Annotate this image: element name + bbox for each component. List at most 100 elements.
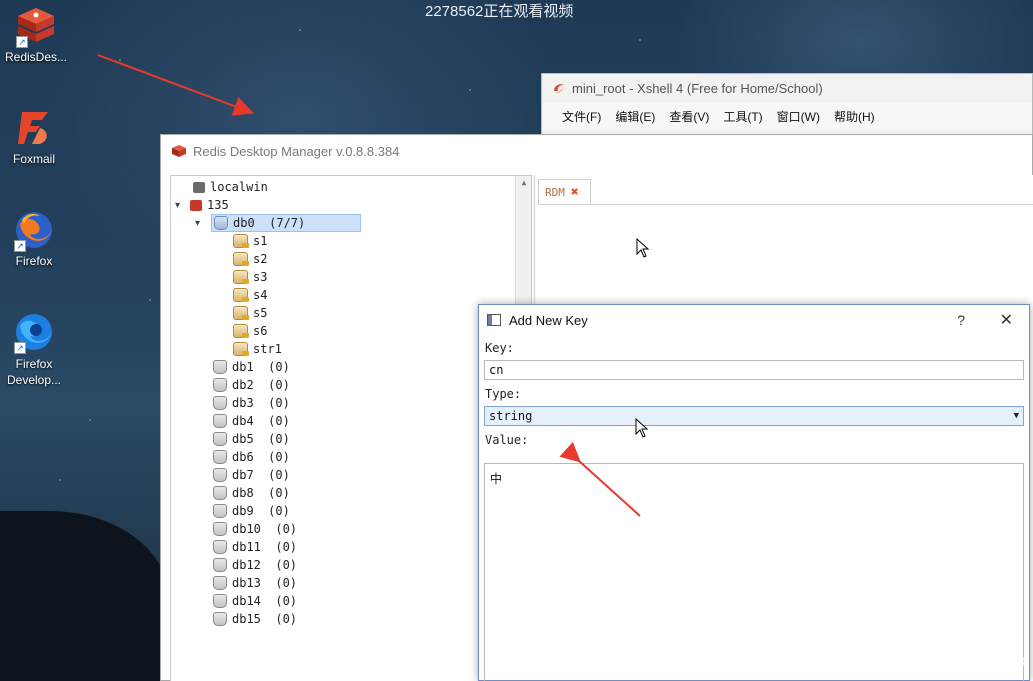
db-label: db12 (0) bbox=[232, 558, 298, 572]
value-label: Value: bbox=[485, 433, 529, 447]
key-icon bbox=[233, 252, 249, 266]
tree-key-item[interactable]: str1 bbox=[233, 340, 282, 358]
chevron-down-icon[interactable]: ▾ bbox=[195, 218, 205, 229]
tree-db-item[interactable]: db9 (0) bbox=[213, 502, 290, 520]
mouse-cursor-icon bbox=[635, 418, 649, 438]
tree-key-item[interactable]: s5 bbox=[233, 304, 267, 322]
shortcut-arrow-icon: ↗ bbox=[14, 342, 26, 354]
server-name: localwin bbox=[210, 180, 268, 194]
desktop-icon-label: Foxmail bbox=[12, 152, 55, 166]
menu-help[interactable]: 帮助(H) bbox=[834, 108, 875, 125]
database-icon bbox=[214, 216, 228, 230]
close-tab-icon[interactable]: ✖ bbox=[571, 185, 579, 200]
type-selected-value: string bbox=[489, 409, 533, 423]
tree-db-item[interactable]: db4 (0) bbox=[213, 412, 290, 430]
tree-db-item[interactable]: db7 (0) bbox=[213, 466, 290, 484]
database-icon bbox=[213, 360, 227, 374]
db-label: db4 (0) bbox=[232, 414, 290, 428]
menu-edit[interactable]: 编辑(E) bbox=[615, 108, 655, 125]
menu-tools[interactable]: 工具(T) bbox=[723, 108, 762, 125]
tree-db-item[interactable]: db2 (0) bbox=[213, 376, 290, 394]
tree-db-item[interactable]: db13 (0) bbox=[213, 574, 297, 592]
foxmail-icon bbox=[12, 106, 56, 150]
tree-db-item[interactable]: db15 (0) bbox=[213, 610, 297, 628]
db-label: db11 (0) bbox=[232, 540, 298, 554]
db-label: db7 (0) bbox=[232, 468, 290, 482]
key-name: s4 bbox=[253, 288, 268, 302]
menu-view[interactable]: 查看(V) bbox=[669, 108, 709, 125]
shortcut-arrow-icon: ↗ bbox=[14, 240, 26, 252]
database-icon bbox=[213, 396, 227, 410]
xshell-titlebar[interactable]: mini_root - Xshell 4 (Free for Home/Scho… bbox=[542, 74, 1032, 102]
database-icon bbox=[213, 612, 227, 626]
dialog-title: Add New Key bbox=[509, 312, 588, 328]
database-icon bbox=[213, 432, 227, 446]
tab-divider bbox=[538, 204, 1033, 205]
db-label: db2 (0) bbox=[232, 378, 290, 392]
database-icon bbox=[213, 576, 227, 590]
key-icon bbox=[233, 270, 249, 284]
close-button[interactable]: ✕ bbox=[1000, 310, 1013, 330]
tree-db-item[interactable]: db1 (0) bbox=[213, 358, 290, 376]
key-name: s6 bbox=[253, 324, 268, 338]
rdm-titlebar[interactable]: Redis Desktop Manager v.0.8.8.384 bbox=[161, 135, 1032, 167]
tab-label: RDM bbox=[545, 186, 565, 199]
desktop-icon-redis[interactable]: ↗ RedisDes... bbox=[0, 4, 72, 64]
tree-db-item[interactable]: db10 (0) bbox=[213, 520, 297, 538]
chevron-down-icon[interactable]: ▾ bbox=[175, 200, 185, 211]
database-icon bbox=[213, 504, 227, 518]
key-icon bbox=[233, 234, 249, 248]
tree-db-item[interactable]: db14 (0) bbox=[213, 592, 297, 610]
tree-db-item[interactable]: db6 (0) bbox=[213, 448, 290, 466]
xshell-window[interactable]: mini_root - Xshell 4 (Free for Home/Scho… bbox=[541, 73, 1033, 135]
key-input[interactable]: cn bbox=[484, 360, 1024, 380]
tree-db-selected[interactable]: db0 (7/7) bbox=[211, 214, 361, 232]
key-name: s2 bbox=[253, 252, 268, 266]
db-label: db14 (0) bbox=[232, 594, 298, 608]
tree-key-item[interactable]: s6 bbox=[233, 322, 267, 340]
desktop-icon-firefox-developer[interactable]: ↗ Firefox Develop... bbox=[0, 310, 70, 388]
tree-db-item[interactable]: db8 (0) bbox=[213, 484, 290, 502]
redis-server-icon bbox=[190, 199, 202, 211]
tree-server-localwin[interactable]: localwin bbox=[193, 178, 268, 196]
menu-window[interactable]: 窗口(W) bbox=[777, 108, 820, 125]
menu-file[interactable]: 文件(F) bbox=[562, 108, 601, 125]
rdm-title: Redis Desktop Manager v.0.8.8.384 bbox=[193, 143, 400, 159]
db-label: db1 (0) bbox=[232, 360, 290, 374]
db-label: db5 (0) bbox=[232, 432, 290, 446]
tree-key-item[interactable]: s3 bbox=[233, 268, 267, 286]
db-label: db9 (0) bbox=[232, 504, 290, 518]
key-name: s3 bbox=[253, 270, 268, 284]
scroll-up-icon[interactable]: ▲ bbox=[516, 176, 532, 190]
db-label: db8 (0) bbox=[232, 486, 290, 500]
tree-db-item[interactable]: db12 (0) bbox=[213, 556, 297, 574]
key-name: str1 bbox=[253, 342, 282, 356]
mouse-cursor-icon bbox=[636, 238, 650, 258]
help-button[interactable]: ? bbox=[957, 312, 965, 328]
tree-key-item[interactable]: s1 bbox=[233, 232, 267, 250]
tree-db-item[interactable]: db11 (0) bbox=[213, 538, 297, 556]
dropdown-arrow-icon[interactable]: ▼ bbox=[1014, 407, 1019, 425]
tree-key-item[interactable]: s2 bbox=[233, 250, 267, 268]
database-icon bbox=[213, 450, 227, 464]
key-name: s5 bbox=[253, 306, 268, 320]
xshell-title: mini_root - Xshell 4 (Free for Home/Scho… bbox=[572, 80, 823, 96]
dialog-titlebar[interactable]: Add New Key ? ✕ bbox=[479, 305, 1029, 335]
viewer-count-overlay: 2278562正在观看视频 bbox=[425, 3, 574, 20]
tree-server-135[interactable]: ▾ 135 bbox=[175, 196, 229, 214]
tree-key-item[interactable]: s4 bbox=[233, 286, 267, 304]
desktop-icon-firefox[interactable]: ↗ Firefox bbox=[0, 208, 70, 268]
type-select[interactable]: string ▼ bbox=[484, 406, 1024, 426]
shortcut-arrow-icon: ↗ bbox=[16, 36, 28, 48]
tab-rdm[interactable]: RDM ✖ bbox=[538, 179, 591, 205]
desktop-icon-foxmail[interactable]: Foxmail bbox=[0, 106, 70, 166]
xshell-menubar: 文件(F) 编辑(E) 查看(V) 工具(T) 窗口(W) 帮助(H) bbox=[542, 102, 1032, 130]
tree-db-item[interactable]: db3 (0) bbox=[213, 394, 290, 412]
server-name: 135 bbox=[207, 198, 229, 212]
value-textarea[interactable]: 中 bbox=[484, 463, 1024, 681]
tree-db-item[interactable]: db5 (0) bbox=[213, 430, 290, 448]
database-icon bbox=[213, 540, 227, 554]
add-new-key-dialog[interactable]: Add New Key ? ✕ Key: cn Type: string ▼ V… bbox=[478, 304, 1030, 681]
db-label: db10 (0) bbox=[232, 522, 298, 536]
redis-icon bbox=[172, 145, 186, 157]
